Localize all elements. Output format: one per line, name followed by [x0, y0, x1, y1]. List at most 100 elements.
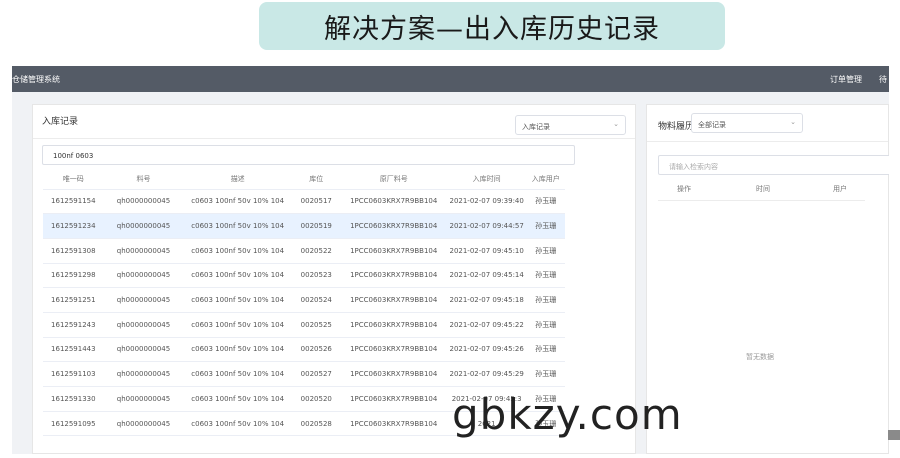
- panel-title: 入库记录: [42, 117, 79, 127]
- scrollbar-thumb[interactable]: [888, 430, 900, 440]
- table-cell: 0020528: [292, 411, 341, 437]
- table-cell: 孙玉珊: [526, 189, 565, 215]
- table-cell: 1PCC0603KRX7R9BB104: [340, 238, 447, 264]
- table-cell: 2021-02-07 09:45:29: [446, 361, 527, 387]
- table-cell: qh0000000045: [103, 386, 184, 412]
- chevron-down-icon: ⌄: [790, 118, 796, 126]
- menu-item-truncated[interactable]: 待: [879, 74, 887, 85]
- table-cell: 2021-02-07 09:45:22: [446, 312, 527, 338]
- table-cell: c0603 100nf 50v 10% 104: [183, 386, 293, 412]
- panel-divider: [33, 138, 635, 139]
- table-cell: qh0000000045: [103, 287, 184, 313]
- table-header-row: 唯一码 料号 描述 库位 原厂料号 入库时间 入库用户: [43, 169, 565, 190]
- table-cell: 0020527: [292, 361, 341, 387]
- table-cell: qh0000000045: [103, 189, 184, 215]
- table-cell: 0020519: [292, 213, 341, 239]
- solution-banner: 解决方案—出入库历史记录: [259, 2, 725, 50]
- column-header[interactable]: 操作: [677, 184, 691, 194]
- table-cell: 1612591095: [43, 411, 104, 437]
- chevron-down-icon: ⌄: [613, 120, 619, 128]
- column-header[interactable]: 库位: [292, 169, 341, 190]
- table-cell: 1612591443: [43, 337, 104, 363]
- table-cell: qh0000000045: [103, 213, 184, 239]
- table-cell: c0603 100nf 50v 10% 104: [183, 337, 293, 363]
- column-header[interactable]: 时间: [756, 184, 770, 194]
- table-row[interactable]: 1612591308 qh0000000045 c0603 100nf 50v 10…: [43, 238, 565, 264]
- app-window: 仓储管理系统 订单管理 待 入库记录 入库记录 ⌄ 100nf 0603 唯一码…: [12, 66, 889, 454]
- table-cell: 1612591154: [43, 189, 104, 215]
- table-cell: qh0000000045: [103, 411, 184, 437]
- history-filter-value: 全部记录: [698, 121, 726, 129]
- table-cell: 1612591308: [43, 238, 104, 264]
- panel-title: 物料履历: [658, 122, 695, 132]
- table-cell: qh0000000045: [103, 238, 184, 264]
- column-header[interactable]: 料号: [103, 169, 184, 190]
- record-type-value: 入库记录: [522, 123, 550, 131]
- table-cell: 孙玉珊: [526, 238, 565, 264]
- table-cell: 2021-02-07 09:45:14: [446, 263, 527, 289]
- table-cell: 0020526: [292, 337, 341, 363]
- table-cell: c0603 100nf 50v 10% 104: [183, 238, 293, 264]
- table-cell: 2021-02-07 09:39:40: [446, 189, 527, 215]
- column-header[interactable]: 原厂料号: [340, 169, 447, 190]
- table-cell: c0603 100nf 50v 10% 104: [183, 213, 293, 239]
- table-cell: 1PCC0603KRX7R9BB104: [340, 189, 447, 215]
- table-cell: c0603 100nf 50v 10% 104: [183, 411, 293, 437]
- table-row[interactable]: 1612591251 qh0000000045 c0603 100nf 50v 10…: [43, 287, 565, 313]
- table-cell: 1PCC0603KRX7R9BB104: [340, 312, 447, 338]
- table-row[interactable]: 1612591443 qh0000000045 c0603 100nf 50v 10…: [43, 337, 565, 363]
- panel-divider: [647, 141, 888, 142]
- watermark: gbkzy.com: [452, 390, 683, 439]
- record-type-select[interactable]: 入库记录 ⌄: [515, 115, 626, 135]
- table-cell: c0603 100nf 50v 10% 104: [183, 263, 293, 289]
- history-header-divider: [658, 200, 865, 201]
- table-cell: 1PCC0603KRX7R9BB104: [340, 411, 447, 437]
- column-header[interactable]: 入库用户: [526, 169, 565, 190]
- table-row[interactable]: 1612591234 qh0000000045 c0603 100nf 50v 10…: [43, 213, 565, 239]
- column-header[interactable]: 描述: [183, 169, 293, 190]
- column-header[interactable]: 用户: [833, 184, 847, 194]
- history-filter-select[interactable]: 全部记录 ⌄: [691, 113, 803, 133]
- top-navbar: 仓储管理系统 订单管理 待: [12, 66, 889, 92]
- table-cell: 1612591234: [43, 213, 104, 239]
- table-cell: 0020524: [292, 287, 341, 313]
- banner-title: 解决方案—出入库历史记录: [324, 13, 660, 45]
- history-search-input[interactable]: 请输入检索内容: [658, 155, 889, 175]
- table-cell: 0020520: [292, 386, 341, 412]
- table-cell: 1612591103: [43, 361, 104, 387]
- table-cell: 1PCC0603KRX7R9BB104: [340, 213, 447, 239]
- table-cell: 2021-02-07 09:45:10: [446, 238, 527, 264]
- table-cell: qh0000000045: [103, 361, 184, 387]
- table-row[interactable]: 1612591103 qh0000000045 c0603 100nf 50v 10…: [43, 361, 565, 387]
- table-cell: 1612591243: [43, 312, 104, 338]
- table-cell: 1612591330: [43, 386, 104, 412]
- table-cell: 2021-02-07 09:44:57: [446, 213, 527, 239]
- table-cell: 1612591251: [43, 287, 104, 313]
- table-cell: 1PCC0603KRX7R9BB104: [340, 287, 447, 313]
- table-cell: 1PCC0603KRX7R9BB104: [340, 337, 447, 363]
- table-cell: 孙玉珊: [526, 361, 565, 387]
- column-header[interactable]: 唯一码: [43, 169, 104, 190]
- search-input[interactable]: 100nf 0603: [42, 145, 575, 165]
- table-cell: 0020517: [292, 189, 341, 215]
- table-row[interactable]: 1612591298 qh0000000045 c0603 100nf 50v 10…: [43, 263, 565, 289]
- table-cell: 1PCC0603KRX7R9BB104: [340, 263, 447, 289]
- table-row[interactable]: 1612591154 qh0000000045 c0603 100nf 50v 10…: [43, 189, 565, 215]
- table-cell: 0020523: [292, 263, 341, 289]
- table-cell: c0603 100nf 50v 10% 104: [183, 361, 293, 387]
- table-cell: 孙玉珊: [526, 337, 565, 363]
- table-cell: 孙玉珊: [526, 312, 565, 338]
- table-cell: 0020525: [292, 312, 341, 338]
- table-cell: 0020522: [292, 238, 341, 264]
- table-cell: 孙玉珊: [526, 213, 565, 239]
- table-cell: qh0000000045: [103, 312, 184, 338]
- table-cell: 2021-02-07 09:45:26: [446, 337, 527, 363]
- table-cell: c0603 100nf 50v 10% 104: [183, 287, 293, 313]
- table-row[interactable]: 1612591243 qh0000000045 c0603 100nf 50v 10…: [43, 312, 565, 338]
- table-cell: 孙玉珊: [526, 287, 565, 313]
- table-cell: 1PCC0603KRX7R9BB104: [340, 361, 447, 387]
- empty-state-text: 暂无数据: [746, 353, 774, 361]
- table-cell: qh0000000045: [103, 337, 184, 363]
- column-header[interactable]: 入库时间: [446, 169, 527, 190]
- menu-order-management[interactable]: 订单管理: [830, 74, 862, 85]
